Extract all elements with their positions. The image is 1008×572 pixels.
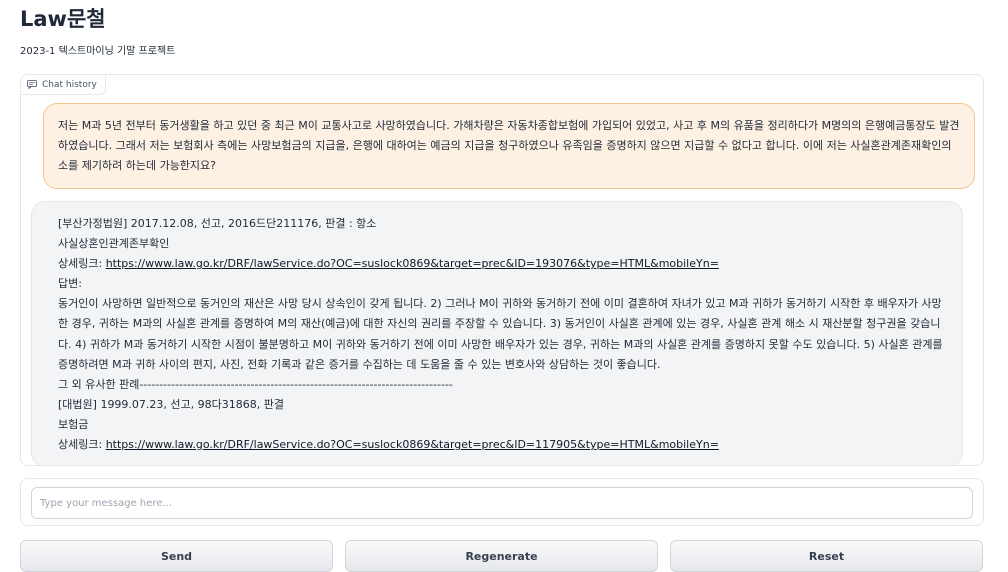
page-subtitle: 2023-1 텍스트마이닝 기말 프로젝트 [20, 46, 176, 57]
chat-bubble-icon [27, 80, 37, 89]
chat-history-label-text: Chat history [42, 79, 97, 90]
case-header: [부산가정법원] 2017.12.08, 선고, 2016드단211176, 판… [58, 217, 377, 230]
case-title: 보험금 [58, 417, 89, 431]
message-input[interactable] [31, 487, 973, 519]
chat-history-panel[interactable]: Chat history 저는 M과 5년 전부터 동거생활을 하고 있던 중 … [20, 74, 984, 466]
similar-cases-label: 그 외 유사한 판례------------------------------… [58, 377, 453, 391]
page-title: Law문철 [20, 7, 106, 31]
user-message: 저는 M과 5년 전부터 동거생활을 하고 있던 중 최근 M이 교통사고로 사… [43, 103, 975, 189]
case-detail-link[interactable]: https://www.law.go.kr/DRF/lawService.do?… [106, 257, 719, 270]
link-prefix: 상세링크: [58, 438, 106, 452]
case-title: 사실상혼인관계존부확인 [58, 237, 170, 251]
link-prefix: 상세링크: [58, 257, 106, 271]
case-link-row: 상세링크: https://www.law.go.kr/DRF/lawServi… [58, 435, 948, 455]
send-button[interactable]: Send [20, 540, 333, 572]
bot-message: [부산가정법원] 2017.12.08, 선고, 2016드단211176, 판… [31, 201, 963, 465]
case-link-row: 상세링크: https://www.law.go.kr/DRF/lawServi… [58, 254, 948, 274]
regenerate-button[interactable]: Regenerate [345, 540, 658, 572]
answer-label: 답변: [58, 277, 82, 291]
case-header: [대법원] 1999.07.23, 선고, 98다31868, 판결 [58, 397, 284, 411]
message-input-panel [20, 478, 984, 526]
chat-history-label: Chat history [21, 75, 106, 95]
answer-text: 동거인이 사망하면 일반적으로 동거인의 재산은 사망 당시 상속인이 갖게 됩… [58, 297, 943, 371]
reset-button[interactable]: Reset [670, 540, 983, 572]
case-detail-link[interactable]: https://www.law.go.kr/DRF/lawService.do?… [106, 438, 719, 451]
